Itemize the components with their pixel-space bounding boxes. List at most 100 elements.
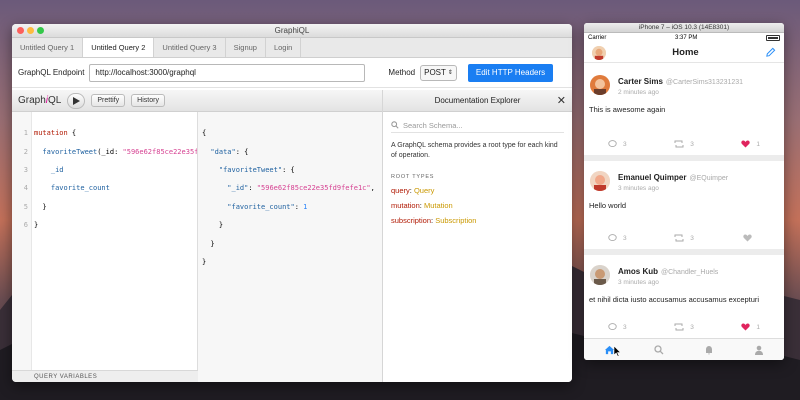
tweet-handle: @EQuimper [689,175,729,182]
bell-icon [706,345,712,355]
play-icon [72,96,80,105]
heart-filled-icon [741,140,751,148]
schema-search-placeholder: Search Schema... [403,120,463,130]
graphiql-body: GraphiQL Prettify History 1 mutation { 2 … [12,90,572,382]
window-controls[interactable] [17,27,44,34]
reply-icon [608,140,617,148]
schema-search-input[interactable]: Search Schema... [391,118,564,133]
tweet-card[interactable]: Emanuel Quimper @EQuimper 3 minutes ago H… [584,161,784,255]
reply-button[interactable]: 3 [584,137,651,151]
code-line: 2 favoriteTweet(_id: "596e62f85ce22e35f [23,147,198,156]
code-line: 4 favorite_count [23,184,110,193]
minimize-window-icon[interactable] [27,27,34,34]
tweet-text: This is awesome again [589,105,666,114]
tab-signup[interactable]: Signup [226,38,266,57]
prettify-button[interactable]: Prettify [91,94,126,107]
heart-filled-icon [741,323,751,331]
root-type-subscription[interactable]: subscription: Subscription [391,216,564,225]
root-type-query[interactable]: query: Query [391,186,564,195]
avatar-image-icon [590,75,610,95]
avatar-image-icon [590,265,610,285]
like-button[interactable]: 1 [717,137,784,151]
endpoint-input[interactable]: http://localhost:3000/graphql [89,63,366,82]
like-button[interactable]: 1 [717,320,784,334]
heart-outline-icon [743,234,752,242]
retweet-button[interactable]: 3 [651,137,718,151]
root-type-mutation[interactable]: mutation: Mutation [391,201,564,210]
tweet-avatar[interactable] [590,75,610,95]
tab-home[interactable] [584,345,634,355]
compose-icon[interactable] [765,47,776,58]
execute-query-button[interactable] [67,92,86,109]
tab-profile[interactable] [734,345,784,355]
doc-explorer-header: Documentation Explorer ✕ [383,90,572,112]
result-viewer: { "data": { "favoriteTweet": { "_id": "5… [198,112,382,382]
root-types-heading: ROOT TYPES [391,174,435,180]
profile-avatar[interactable] [592,45,606,60]
tweet-time: 3 minutes ago [618,185,659,192]
tweet-time: 3 minutes ago [618,279,659,286]
tweet-author: Carter Sims @CarterSims313231231 [618,77,744,86]
tweet-author: Emanuel Quimper @EQuimper [618,173,729,182]
graphiql-titlebar: GraphiQL [12,24,572,38]
mouse-cursor-icon [614,346,622,357]
tab-notifications[interactable] [684,345,734,355]
nav-title: Home [672,47,699,58]
documentation-explorer: Documentation Explorer ✕ Search Schema..… [382,90,572,382]
tab-untitled-query-1[interactable]: Untitled Query 1 [12,38,84,57]
result-line: "_id": "596e62f85ce22e35fd9fefe1c", [202,184,375,193]
graphiql-toolbar: GraphiQL Prettify History [12,90,382,112]
avatar-image-icon [590,171,610,191]
carrier-label: Carrier [588,35,607,41]
query-variables-toggle[interactable]: QUERY VARIABLES [12,370,198,382]
method-select[interactable]: POST ⇕ [420,64,457,81]
code-line: 1 mutation { [23,129,77,138]
tweet-time: 2 minutes ago [618,89,659,96]
tweet-text: et nihil dicta iusto accusamus accusamus… [589,295,760,304]
tab-untitled-query-2[interactable]: Untitled Query 2 [83,38,155,57]
method-value: POST [424,67,446,77]
zoom-window-icon[interactable] [37,27,44,34]
retweet-button[interactable]: 3 [651,320,718,334]
tweet-actions: 3 3 [584,231,784,245]
close-docs-icon[interactable]: ✕ [557,90,566,112]
tab-untitled-query-3[interactable]: Untitled Query 3 [154,38,226,57]
query-editor[interactable]: 1 mutation { 2 favoriteTweet(_id: "596e62… [12,112,198,370]
result-line: "favorite_count": 1 [202,202,308,211]
tweet-actions: 3 3 1 [584,137,784,151]
home-icon [604,345,614,354]
history-button[interactable]: History [131,94,165,107]
query-tabs: Untitled Query 1 Untitled Query 2 Untitl… [12,38,572,58]
result-line: } [202,221,224,230]
result-line: } [202,258,207,267]
tweet-card[interactable]: Amos Kub @Chandler_Huels 3 minutes ago et… [584,255,784,338]
tweet-author: Amos Kub @Chandler_Huels [618,267,719,276]
tweet-text: Hello world [589,201,627,210]
battery-icon [765,35,780,41]
reply-icon [608,234,617,242]
user-icon [755,345,763,355]
search-icon [391,121,399,129]
result-line: "data": { [202,147,249,156]
user-avatar-icon [592,45,606,60]
graphiql-logo: GraphiQL [18,95,62,106]
tweet-card[interactable]: Carter Sims @CarterSims313231231 2 minute… [584,65,784,161]
edit-http-headers-button[interactable]: Edit HTTP Headers [467,63,554,82]
simulator-titlebar: iPhone 7 – iOS 10.3 (14E8301) [584,23,784,33]
status-bar: Carrier 3:37 PM [584,33,784,43]
schema-description: A GraphQL schema provides a root type fo… [391,142,558,159]
reply-button[interactable]: 3 [584,231,651,245]
retweet-button[interactable]: 3 [651,231,718,245]
result-line: } [202,239,215,248]
tab-search[interactable] [634,344,684,355]
reply-button[interactable]: 3 [584,320,651,334]
tab-login[interactable]: Login [266,38,302,57]
close-window-icon[interactable] [17,27,24,34]
reply-icon [608,323,617,331]
retweet-icon [674,140,684,148]
graphiql-window: GraphiQL Untitled Query 1 Untitled Query… [12,24,572,382]
tweet-avatar[interactable] [590,171,610,191]
like-button[interactable] [717,231,784,245]
endpoint-bar: GraphQL Endpoint http://localhost:3000/g… [12,58,572,88]
tweet-avatar[interactable] [590,265,610,285]
